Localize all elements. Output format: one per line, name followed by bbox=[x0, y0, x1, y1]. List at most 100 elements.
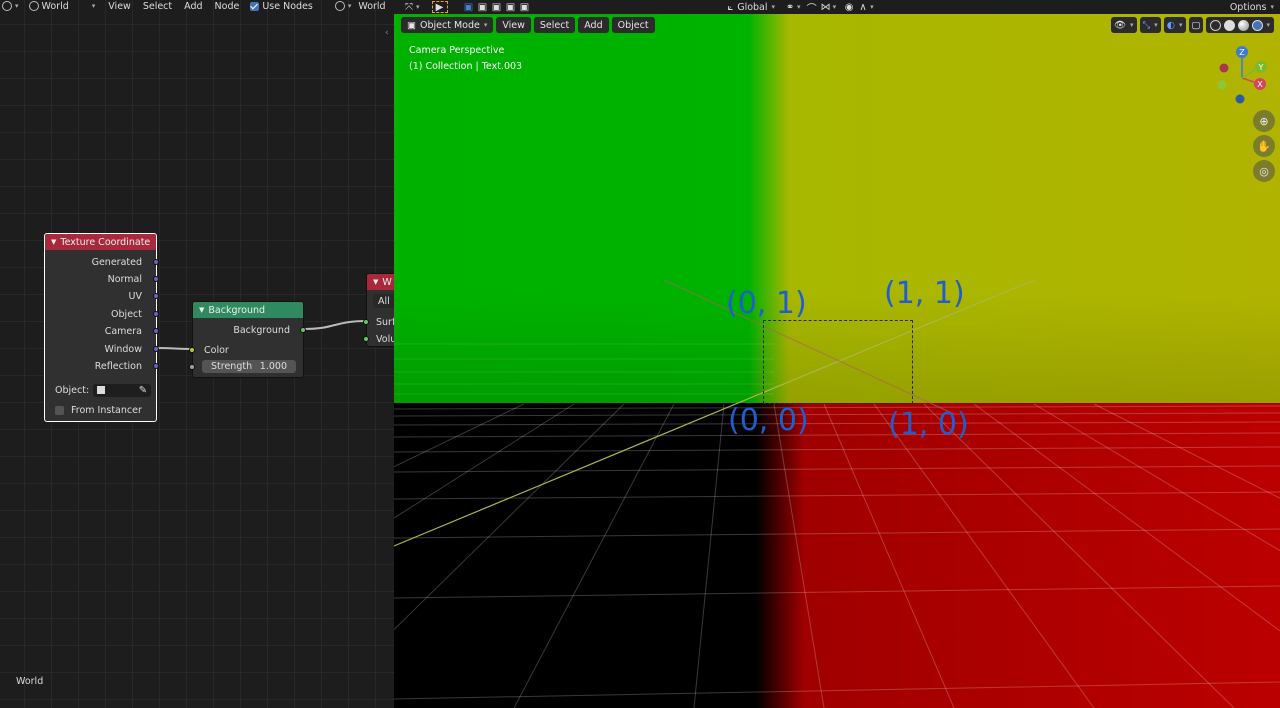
snap-icon[interactable]: ⌒ bbox=[805, 1, 819, 15]
proportional-edit-icon[interactable]: ◉ bbox=[842, 1, 856, 13]
output-normal: Normal bbox=[107, 273, 142, 285]
checkbox-unchecked-icon bbox=[55, 405, 64, 415]
select-intersect-icon[interactable]: ▣ bbox=[518, 1, 532, 13]
background-node[interactable]: ▼ Background Background Color Strength 1… bbox=[189, 301, 306, 378]
snap-target-icon[interactable]: ⋈ bbox=[819, 1, 833, 13]
camera-view-icon[interactable]: ◎ bbox=[1253, 160, 1275, 182]
overlays-dropdown[interactable]: ◐ ▾ bbox=[1163, 17, 1186, 33]
wireframe-shading-icon[interactable] bbox=[1210, 19, 1222, 31]
socket-window[interactable] bbox=[153, 346, 159, 352]
solid-shading-icon[interactable] bbox=[1224, 19, 1236, 31]
object-mode-icon: ▣ bbox=[407, 19, 416, 31]
socket-color-in[interactable] bbox=[189, 347, 195, 353]
chevron-down-icon: ▾ bbox=[1154, 21, 1158, 29]
material-shading-icon[interactable] bbox=[1238, 19, 1250, 31]
menu-add[interactable]: Add bbox=[578, 17, 609, 33]
eyedropper-icon[interactable]: ✎ bbox=[139, 385, 147, 396]
socket-background-out[interactable] bbox=[300, 327, 306, 333]
socket-object[interactable] bbox=[153, 311, 159, 317]
menu-object[interactable]: Object bbox=[611, 17, 655, 33]
socket-generated[interactable] bbox=[153, 259, 159, 265]
node-editor[interactable]: ▾ World ▾ View Select Add Node Use Nodes… bbox=[0, 0, 394, 708]
socket-volume-in[interactable] bbox=[363, 336, 369, 342]
socket-reflection[interactable] bbox=[153, 363, 159, 369]
transform-icon[interactable]: ⤧ bbox=[402, 1, 416, 13]
chevron-down-icon[interactable]: ▾ bbox=[833, 3, 837, 11]
menu-view[interactable]: View bbox=[496, 17, 531, 33]
socket-camera[interactable] bbox=[153, 328, 159, 334]
editor-type-selector[interactable]: ▾ bbox=[2, 1, 19, 11]
collapse-arrow-icon[interactable]: ▼ bbox=[199, 306, 204, 314]
world-datablock-selector[interactable]: ▾ World bbox=[334, 0, 386, 12]
socket-normal[interactable] bbox=[153, 276, 159, 282]
texture-coordinate-node-header[interactable]: ▼ Texture Coordinate bbox=[45, 234, 156, 250]
gizmo-dropdown[interactable]: ⤡ ▾ bbox=[1139, 17, 1161, 33]
strength-label: Strength bbox=[211, 361, 253, 372]
rendered-shading-icon[interactable] bbox=[1252, 19, 1264, 31]
eye-icon: 👁 bbox=[1113, 19, 1127, 31]
menu-view[interactable]: View bbox=[105, 1, 134, 12]
chevron-down-icon: ▾ bbox=[483, 21, 488, 29]
world-type-label: World bbox=[41, 0, 69, 12]
chevron-down-icon[interactable]: ▾ bbox=[1266, 21, 1270, 29]
select-invert-icon[interactable]: ▣ bbox=[504, 1, 518, 13]
3d-viewport[interactable]: ▣ Object Mode ▾ View Select Add Object 👁… bbox=[394, 14, 1280, 708]
from-instancer-label: From Instancer bbox=[71, 404, 142, 416]
navigation-gizmo[interactable]: Z X Y bbox=[1216, 44, 1280, 110]
checkbox-checked-icon bbox=[250, 1, 260, 11]
select-extend-icon[interactable]: ▣ bbox=[476, 1, 490, 13]
input-color: Color bbox=[204, 344, 229, 356]
output-reflection: Reflection bbox=[94, 360, 142, 372]
background-node-header[interactable]: ▼ Background bbox=[193, 302, 303, 318]
target-dropdown[interactable]: All bbox=[373, 294, 394, 308]
menu-select[interactable]: Select bbox=[533, 17, 576, 33]
socket-uv[interactable] bbox=[153, 293, 159, 299]
world-type-selector[interactable]: World ▾ bbox=[25, 1, 100, 12]
orientation-label: Global bbox=[737, 1, 768, 13]
select-tool-icon[interactable]: ▶ bbox=[431, 1, 448, 13]
select-new-icon[interactable]: ▣ bbox=[462, 1, 476, 13]
socket-surface-in[interactable] bbox=[363, 319, 369, 325]
output-generated: Generated bbox=[91, 256, 142, 268]
falloff-icon[interactable]: ∧ bbox=[856, 1, 870, 13]
node-title: Background bbox=[208, 304, 266, 316]
object-field[interactable]: ✎ bbox=[93, 383, 152, 397]
collapse-arrow-icon[interactable]: ▼ bbox=[51, 238, 56, 246]
menu-node[interactable]: Node bbox=[212, 1, 243, 12]
pivot-point-icon[interactable]: ⚭ bbox=[783, 1, 797, 13]
gizmo-y-label: Y bbox=[1258, 63, 1264, 72]
texture-coordinate-node[interactable]: ▼ Texture Coordinate Generated Normal UV… bbox=[44, 233, 159, 422]
select-subtract-icon[interactable]: ▣ bbox=[490, 1, 504, 13]
world-output-node-header[interactable]: ▼ W bbox=[367, 274, 394, 290]
uv-label-top-left: (0, 1) bbox=[726, 286, 807, 321]
options-dropdown[interactable]: Options ▾ bbox=[1230, 2, 1274, 13]
visibility-dropdown[interactable]: 👁 ▾ bbox=[1110, 17, 1137, 33]
chevron-down-icon[interactable]: ▾ bbox=[797, 3, 801, 11]
chevron-down-icon[interactable]: ▾ bbox=[870, 3, 874, 11]
zoom-icon[interactable]: ⊕ bbox=[1253, 110, 1275, 132]
gizmo-z-label: Z bbox=[1239, 48, 1245, 57]
text-object-outline[interactable] bbox=[763, 320, 913, 404]
viewport-header-right: 👁 ▾ ⤡ ▾ ◐ ▾ ▢ ▾ bbox=[1110, 17, 1274, 33]
from-instancer-checkbox[interactable]: From Instancer bbox=[55, 403, 142, 417]
editor-type-icon bbox=[2, 1, 12, 11]
world-datablock-label: World bbox=[358, 0, 386, 12]
sidebar-toggle-arrow[interactable]: ‹ bbox=[385, 28, 389, 38]
use-nodes-checkbox[interactable]: Use Nodes bbox=[250, 1, 313, 12]
chevron-down-icon: ▾ bbox=[347, 2, 352, 10]
transform-orientation-dropdown[interactable]: ⟀ Global ▾ bbox=[728, 2, 776, 13]
output-background: Background bbox=[233, 324, 290, 336]
object-icon bbox=[97, 386, 106, 394]
world-output-node[interactable]: ▼ W All Surf Volu bbox=[363, 273, 394, 347]
xray-toggle[interactable]: ▢ bbox=[1188, 17, 1204, 33]
chevron-down-icon[interactable]: ▾ bbox=[416, 3, 420, 11]
output-object: Object bbox=[111, 308, 142, 320]
strength-field[interactable]: Strength 1.000 bbox=[202, 360, 296, 373]
collapse-arrow-icon[interactable]: ▼ bbox=[373, 278, 378, 286]
menu-select[interactable]: Select bbox=[140, 1, 175, 12]
socket-strength-in[interactable] bbox=[189, 364, 195, 370]
mode-dropdown[interactable]: ▣ Object Mode ▾ bbox=[401, 17, 494, 33]
pan-hand-icon[interactable]: ✋ bbox=[1253, 135, 1275, 157]
menu-add[interactable]: Add bbox=[181, 1, 205, 12]
chevron-down-icon: ▾ bbox=[771, 3, 776, 11]
